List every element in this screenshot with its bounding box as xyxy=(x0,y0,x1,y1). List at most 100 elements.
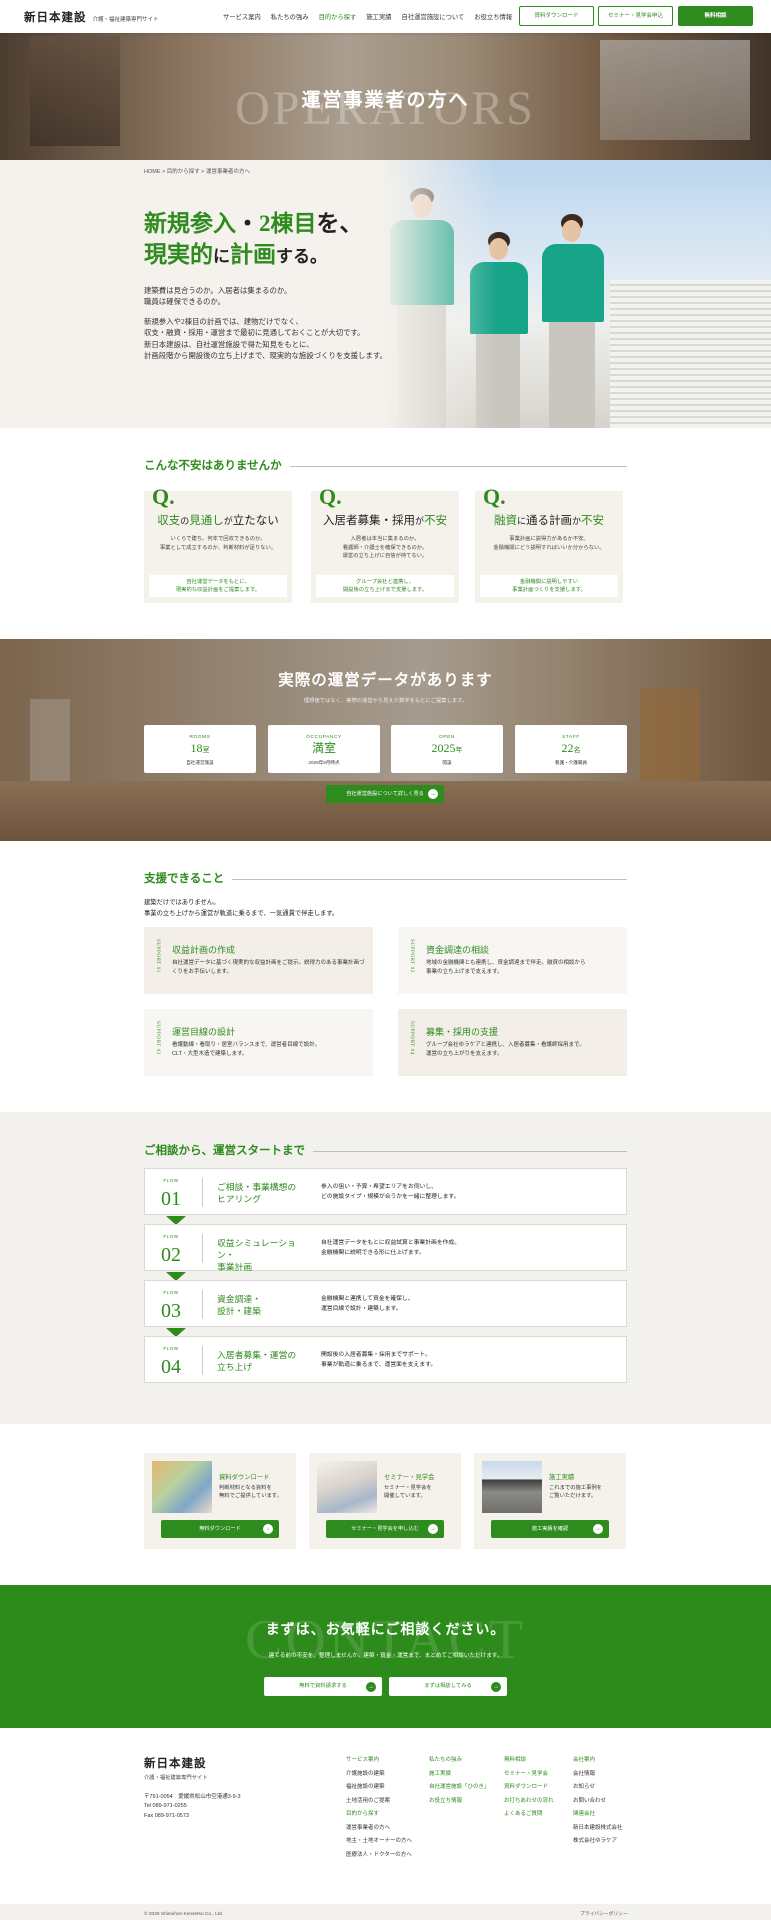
support-desc: グループ会社ゆラケアと連携し、入居者募集・看護師採用まで。 運営の立ち上がりを支… xyxy=(426,1042,585,1057)
flow-title: ご相談・事業構想の ヒアリング xyxy=(217,1182,297,1204)
data-title: 実際の運営データがあります xyxy=(278,672,493,689)
q-mark: Q. xyxy=(483,484,506,509)
worry-card: Q. 融資に通る計画か不安 事業計画に説得力があるか不安。 金融機関にどう説明す… xyxy=(475,484,623,603)
flow-step: FLOW 04 入居者募集・運営の 立ち上げ 開設後の入居者募集・採用までサポー… xyxy=(144,1336,627,1383)
footer-link[interactable]: 介護施設の建築 xyxy=(346,1771,412,1786)
intro-body: 新規参入や2棟目の計画では、建物だけでなく、 収支・融資・採用・運営まで最初に見… xyxy=(144,317,387,361)
footer-link[interactable]: よくあるご質問 xyxy=(504,1811,554,1826)
arrow-right-icon: → xyxy=(428,1524,438,1534)
worry-title: 入居者募集・採用が不安 xyxy=(322,515,447,527)
cta-title: 施工実績 xyxy=(549,1474,575,1481)
footer-link[interactable]: お打ちあわせの流れ xyxy=(504,1798,554,1813)
footer-link[interactable]: 新日本建設株式会社 xyxy=(573,1825,623,1840)
flow-desc: 開設後の入居者募集・採用までサポート。 事業が軌道に乗るまで、運営面を支えます。 xyxy=(321,1352,437,1368)
support-desc: 看護動線・看取り・居室バランスまで、運営者目線で設計。 CLT・大型木造で建築し… xyxy=(172,1042,321,1057)
works-button[interactable]: 施工実績を確認 → xyxy=(491,1520,609,1538)
worry-desc: 入居者は本当に集まるのか。 看護師・介護士を確保できるのか。 運営の立ち上げに自… xyxy=(342,536,428,560)
footer-link[interactable]: 自社運営施設「ひのき」 xyxy=(429,1784,489,1799)
site-logo[interactable]: 新日本建設 介護・福祉建築専門サイト xyxy=(24,10,159,28)
footer-link[interactable]: 会社情報 xyxy=(573,1771,623,1786)
support-subtitle: 建築だけではありません。 事業の立ち上げから運営が軌道に乗るまで、一気通貫で伴走… xyxy=(144,899,339,918)
worry-title: 融資に通る計画か不安 xyxy=(493,515,605,527)
footer-link[interactable]: 無料相談 xyxy=(504,1757,554,1772)
worry-card: Q. 入居者募集・採用が不安 入居者は本当に集まるのか。 看護師・介護士を確保で… xyxy=(311,484,459,603)
footer-link[interactable]: お知らせ xyxy=(573,1784,623,1799)
flow-step: FLOW 01 ご相談・事業構想の ヒアリング 参入の狙い・予算・希望エリアをお… xyxy=(144,1168,627,1215)
flow-number: 02 xyxy=(161,1244,181,1266)
flow-title: 収益シミュレーション・ 事業計画 xyxy=(217,1238,296,1272)
own-facility-detail-button[interactable]: 自社運営施設について詳しく見る → xyxy=(326,785,444,803)
footer-address: 〒791-0054 愛媛県松山市空港通3-9-3 Tel 089-971-025… xyxy=(144,1794,241,1819)
global-nav: サービス案内 私たちの強み 目的から探す 施工実績 自社運営施設について お役立… xyxy=(223,13,512,23)
footer-link[interactable]: 地主・土地オーナーの方へ xyxy=(346,1838,412,1853)
support-tag: SUPPORT 03 xyxy=(154,1021,160,1055)
footer-logo[interactable]: 新日本建設 介護・福祉建築専門サイト xyxy=(144,1756,208,1782)
cta-title: セミナー・見学会 xyxy=(384,1474,435,1481)
nav-useful-info[interactable]: お役立ち情報 xyxy=(474,13,512,23)
footer-link[interactable]: 私たちの強み xyxy=(429,1757,489,1772)
free-consult-button[interactable]: 無料相談 xyxy=(678,6,753,26)
nav-services[interactable]: サービス案内 xyxy=(223,13,261,23)
footer-link[interactable]: 会社案内 xyxy=(573,1757,623,1772)
support-title: 募集・採用の支援 xyxy=(426,1027,499,1037)
footer-link[interactable]: 医療法人・ドクターの方へ xyxy=(346,1852,412,1867)
logo-sub: 介護・福祉建築専門サイト xyxy=(92,17,159,23)
stat-card-rooms: ROOMS 18室 自社運営施設 xyxy=(144,725,256,773)
cta-desc: 判断材料となる資料を 無料でご提供しています。 xyxy=(219,1485,282,1500)
flow-step: FLOW 03 資金調達・ 設計・建築 金融機関と連携して資金を確保し、 運営目… xyxy=(144,1280,627,1327)
worry-answer: 自社運営データをもとに、 現実的な収益計画をご提案します。 xyxy=(149,575,287,597)
seminar-button[interactable]: セミナー・見学会申込 xyxy=(598,6,673,26)
footer-bottom-bar xyxy=(0,1904,771,1920)
footer-link[interactable]: 目的から探す xyxy=(346,1811,412,1826)
support-card: SUPPORT 01 収益計画の作成 自社運営データに基づく現実的な収益計画をご… xyxy=(144,927,373,994)
footer-link[interactable]: お問い合わせ xyxy=(573,1798,623,1813)
footer-col-company: 会社案内 会社情報 お知らせ お問い合わせ 関連会社 新日本建設株式会社 株式会… xyxy=(573,1757,623,1853)
request-document-button[interactable]: 無料で資料請求する → xyxy=(264,1677,382,1696)
contact-section: CONTACT まずは、お気軽にご相談ください。 建てる前の不安を、整理しません… xyxy=(0,1585,771,1728)
footer-link[interactable]: 株式会社ゆラケア xyxy=(573,1838,623,1853)
consult-button[interactable]: まずは相談してみる → xyxy=(389,1677,507,1696)
footer-link[interactable]: セミナー・見学会 xyxy=(504,1771,554,1786)
footer-link[interactable]: お役立ち情報 xyxy=(429,1798,489,1813)
nav-works[interactable]: 施工実績 xyxy=(366,13,391,23)
footer-link[interactable]: 資料ダウンロード xyxy=(504,1784,554,1799)
arrow-right-icon: → xyxy=(366,1681,376,1692)
cta-card-seminar: セミナー・見学会 セミナー・見学会を 開催しています。 セミナー・見学会を申し込… xyxy=(309,1453,461,1549)
seminar-apply-button[interactable]: セミナー・見学会を申し込む → xyxy=(326,1520,444,1538)
stat-card-staff: STAFF 22名 看護・介護職員 xyxy=(515,725,627,773)
arrow-right-icon: → xyxy=(593,1524,603,1534)
footer-link[interactable]: 土地活用のご提案 xyxy=(346,1798,412,1813)
footer-link[interactable]: 施工実績 xyxy=(429,1771,489,1786)
seminar-thumbnail xyxy=(317,1461,377,1513)
support-title: 運営目線の設計 xyxy=(172,1027,236,1037)
worry-answer: 金融機関に説明しやすい 事業計画づくりを支援します。 xyxy=(480,575,618,597)
support-tag: SUPPORT 01 xyxy=(154,939,160,973)
cta-card-download: 資料ダウンロード 判断材料となる資料を 無料でご提供しています。 無料ダウンロー… xyxy=(144,1453,296,1549)
q-mark: Q. xyxy=(319,484,342,509)
worries-heading: こんな不安はありませんか xyxy=(144,458,627,476)
privacy-policy-link[interactable]: プライバシーポリシー xyxy=(580,1911,628,1918)
footer-col-services: サービス案内 介護施設の建築 福祉施設の建築 土地活用のご提案 目的から探す 運… xyxy=(346,1757,412,1867)
footer-link[interactable]: 福祉施設の建築 xyxy=(346,1784,412,1799)
footer-link[interactable]: サービス案内 xyxy=(346,1757,412,1772)
contact-title: まずは、お気軽にご相談ください。 xyxy=(265,1623,506,1638)
footer-link[interactable]: 関連会社 xyxy=(573,1811,623,1826)
nav-own-facility[interactable]: 自社運営施設について xyxy=(402,13,465,23)
breadcrumb[interactable]: HOME > 目的から探す > 運営事業者の方へ xyxy=(144,168,250,177)
nav-find-by-purpose[interactable]: 目的から探す xyxy=(319,13,357,23)
support-desc: 地域の金融機関とも連携し、資金調達まで伴走。融資の相談から 事業の立ち上げまで支… xyxy=(426,960,586,975)
copyright: © 2026 Shinnihon Kensetsu Co., Ltd. xyxy=(144,1912,224,1917)
arrow-right-icon: → xyxy=(491,1681,501,1692)
worry-desc: いくらで建ち、何年で回収できるのか。 事業として成立するのか、判断材料が足りない… xyxy=(159,536,277,551)
free-download-button[interactable]: 無料ダウンロード ↓ xyxy=(161,1520,279,1538)
logo-main[interactable]: 新日本建設 xyxy=(24,10,87,28)
worry-desc: 事業計画に説得力があるか不安。 金融機関にどう説明すればいいか分からない。 xyxy=(493,536,605,551)
footer-link[interactable]: 運営事業者の方へ xyxy=(346,1825,412,1840)
q-mark: Q. xyxy=(152,484,175,509)
flow-number: 03 xyxy=(161,1300,181,1322)
flow-desc: 参入の狙い・予算・希望エリアをお伺いし、 どの施設タイプ・規模が合うかを一緒に整… xyxy=(321,1184,460,1200)
download-button[interactable]: 資料ダウンロード xyxy=(519,6,594,26)
flow-desc: 金融機関と連携して資金を確保し、 運営目線で設計・建築します。 xyxy=(321,1296,414,1312)
worry-title: 収支の見通しが立たない xyxy=(157,515,279,527)
nav-strengths[interactable]: 私たちの強み xyxy=(271,13,309,23)
